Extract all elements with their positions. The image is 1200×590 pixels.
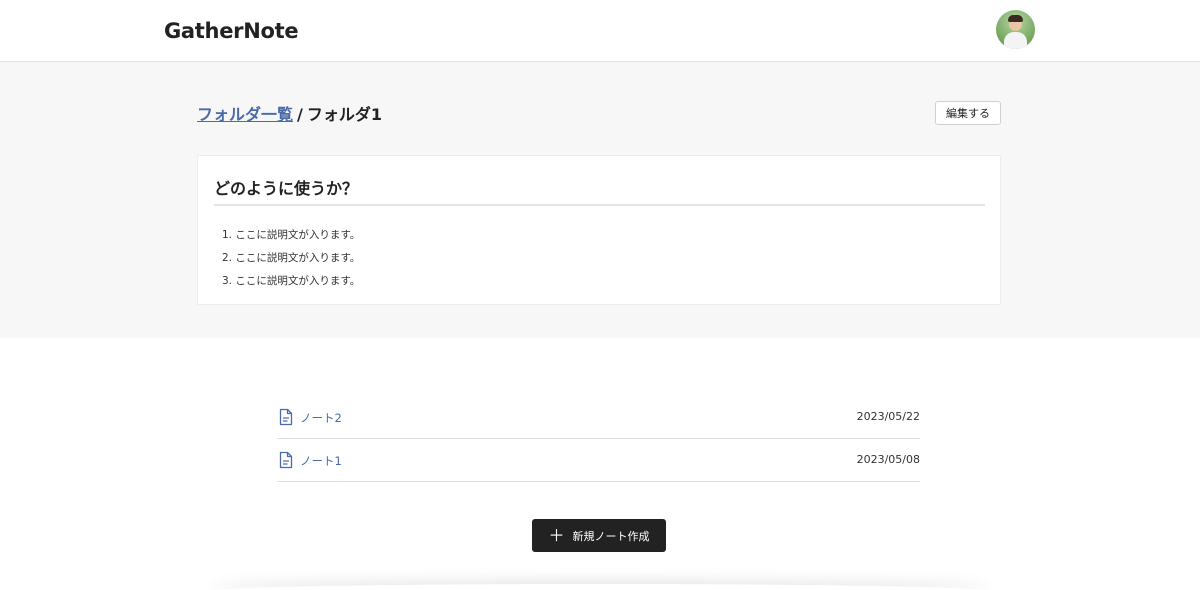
note-date: 2023/05/22: [856, 410, 920, 423]
document-icon: [279, 408, 293, 426]
bottom-panel-edge: [210, 584, 990, 590]
description-title: どのように使うか？: [214, 179, 359, 198]
note-list: ノート2 2023/05/22 ノート1 2023/05/08: [277, 396, 920, 482]
breadcrumb-separator: /: [297, 105, 303, 124]
note-title[interactable]: ノート2: [300, 410, 342, 426]
description-step: 1. ここに説明文が入ります。: [222, 229, 361, 241]
app-header: GatherNote: [0, 0, 1200, 62]
description-divider: [214, 204, 985, 206]
description-step: 3. ここに説明文が入ります。: [222, 275, 361, 287]
plus-icon: ＋: [548, 525, 565, 545]
breadcrumb-current-folder: フォルダ1: [306, 105, 382, 124]
note-title[interactable]: ノート1: [300, 453, 342, 469]
document-icon: [279, 451, 293, 469]
app-logo[interactable]: GatherNote: [164, 19, 299, 43]
description-steps: 1. ここに説明文が入ります。 2. ここに説明文が入ります。 3. ここに説明…: [222, 224, 360, 293]
description-step: 2. ここに説明文が入ります。: [222, 252, 361, 264]
avatar-shirt: [1004, 32, 1027, 49]
note-list-item[interactable]: ノート1 2023/05/08: [277, 439, 920, 482]
user-avatar[interactable]: [996, 10, 1035, 49]
avatar-hair: [1008, 15, 1023, 22]
create-note-button[interactable]: ＋ 新規ノート作成: [532, 519, 666, 552]
breadcrumb-folder-list-link[interactable]: フォルダ一覧: [197, 105, 293, 124]
edit-folder-button[interactable]: 編集する: [935, 101, 1001, 125]
breadcrumb: フォルダ一覧 / フォルダ1: [197, 101, 382, 125]
note-date: 2023/05/08: [856, 453, 920, 466]
create-note-label: 新規ノート作成: [572, 529, 650, 543]
note-list-item[interactable]: ノート2 2023/05/22: [277, 396, 920, 439]
folder-description-card: どのように使うか？ 1. ここに説明文が入ります。 2. ここに説明文が入ります…: [197, 155, 1001, 305]
